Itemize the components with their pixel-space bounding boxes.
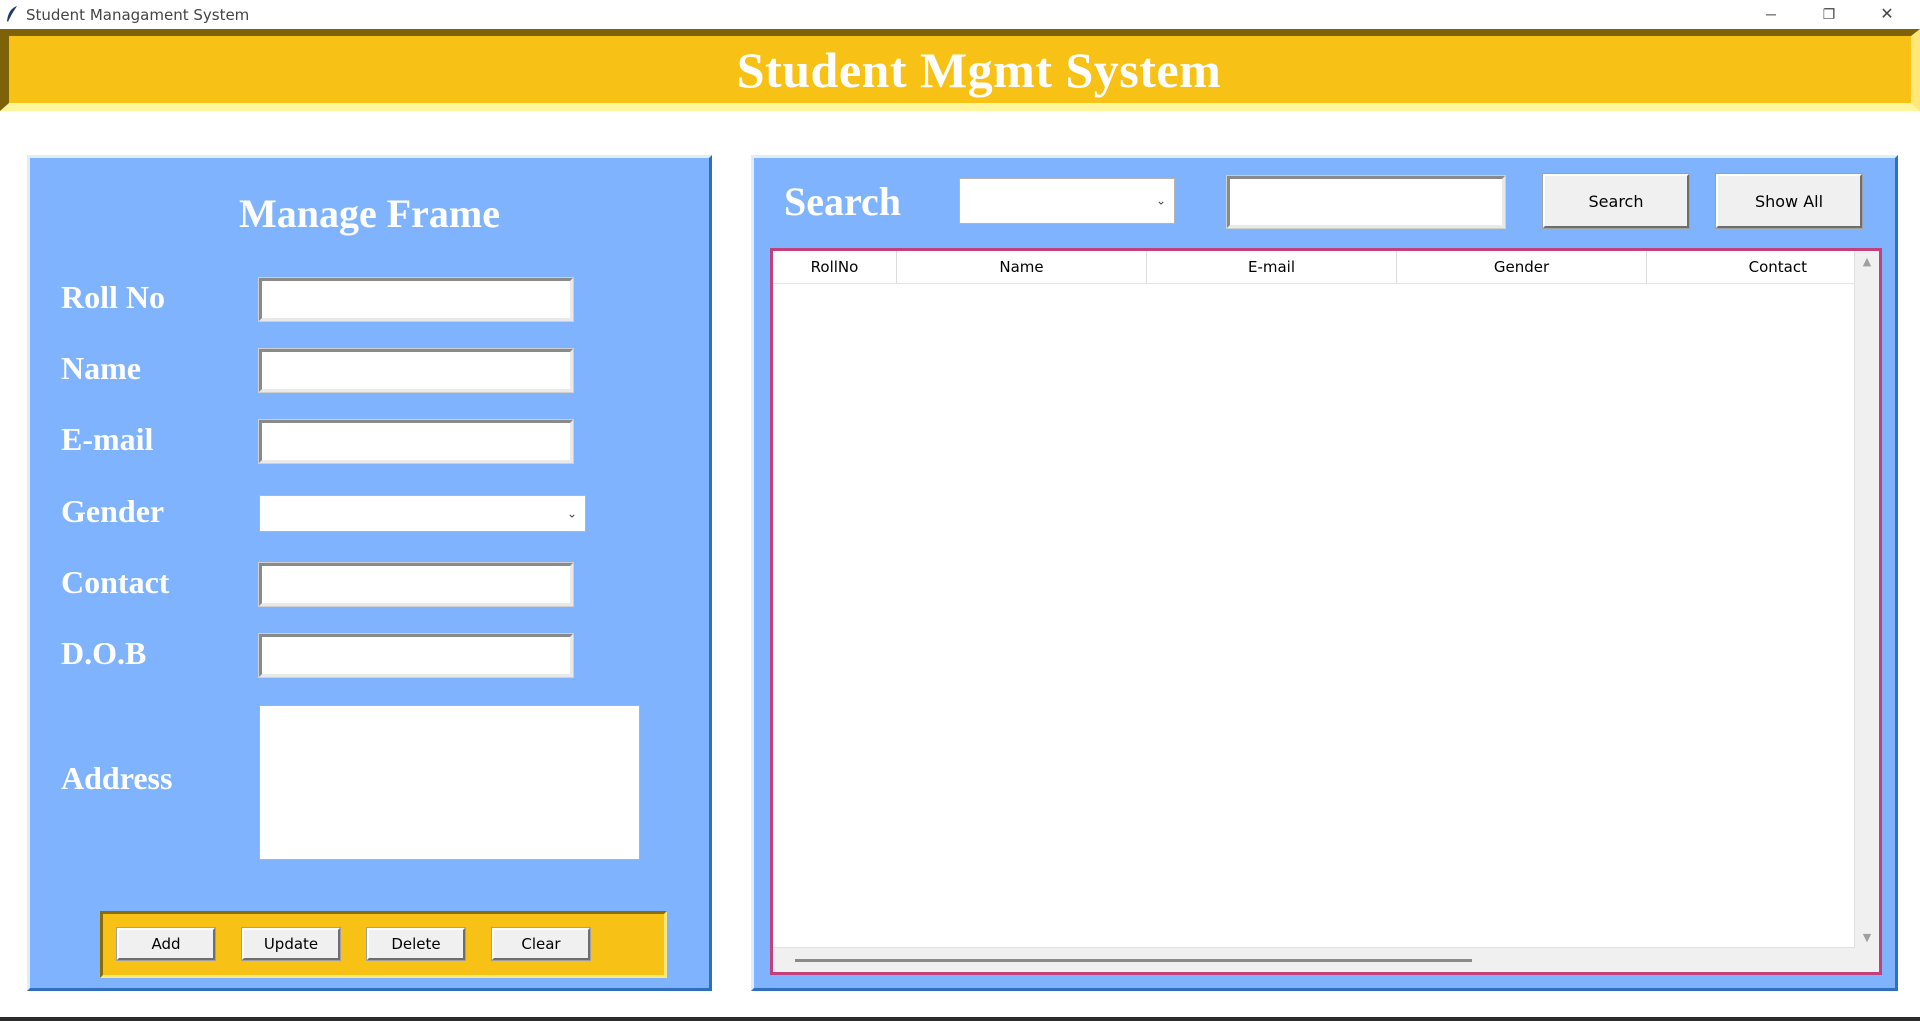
clear-button[interactable]: Clear	[491, 927, 591, 961]
scrollbar-corner	[1855, 948, 1879, 972]
update-button[interactable]: Update	[241, 927, 341, 961]
dob-label: D.O.B	[61, 635, 147, 671]
table-header: RollNo Name E-mail Gender Contact	[773, 251, 1855, 284]
header-banner: Student Mgmt System	[0, 29, 1920, 111]
roll-no-label: Roll No	[61, 279, 165, 315]
show-all-button[interactable]: Show All	[1715, 173, 1863, 229]
horizontal-scrollbar[interactable]	[773, 947, 1855, 972]
close-icon[interactable]: ✕	[1858, 0, 1916, 28]
horizontal-scroll-thumb[interactable]	[795, 959, 1472, 962]
delete-button[interactable]: Delete	[366, 927, 466, 961]
dob-input[interactable]	[258, 633, 574, 678]
roll-no-input[interactable]	[258, 277, 574, 322]
restore-icon[interactable]: ❐	[1800, 0, 1858, 28]
minimize-icon[interactable]: ─	[1742, 0, 1800, 28]
search-button[interactable]: Search	[1542, 173, 1690, 229]
search-label: Search	[784, 179, 902, 224]
chevron-down-icon: ⌄	[566, 505, 577, 520]
window-bottom-edge	[0, 1017, 1920, 1021]
column-header-rollno[interactable]: RollNo	[773, 251, 897, 283]
app-feather-icon	[7, 6, 17, 22]
app-heading: Student Mgmt System	[736, 41, 1222, 98]
chevron-down-icon: ⌄	[1155, 193, 1166, 208]
search-by-dropdown[interactable]: ⌄	[959, 178, 1175, 224]
column-header-gender[interactable]: Gender	[1397, 251, 1647, 283]
column-header-name[interactable]: Name	[897, 251, 1147, 283]
window-titlebar: Student Managament System ─ ❐ ✕	[0, 0, 1920, 28]
manage-frame-title: Manage Frame	[238, 191, 500, 236]
manage-frame: Manage Frame Roll No Name E-mail Gender …	[27, 155, 712, 991]
scroll-down-icon[interactable]: ▼	[1855, 931, 1879, 944]
name-label: Name	[61, 350, 141, 386]
gender-label: Gender	[61, 493, 165, 529]
email-label: E-mail	[61, 421, 154, 457]
search-input[interactable]	[1226, 175, 1506, 229]
contact-input[interactable]	[258, 562, 574, 607]
address-textarea[interactable]	[259, 705, 640, 860]
gender-dropdown[interactable]: ⌄	[259, 495, 586, 532]
address-label: Address	[61, 760, 173, 796]
add-button[interactable]: Add	[116, 927, 216, 961]
scroll-up-icon[interactable]: ▲	[1855, 255, 1879, 268]
student-table[interactable]: RollNo Name E-mail Gender Contact ▲ ▼	[770, 248, 1882, 975]
detail-frame: Search ⌄ Search Show All RollNo Name E-m…	[751, 155, 1898, 991]
window-title: Student Managament System	[26, 6, 250, 24]
column-header-contact[interactable]: Contact	[1647, 251, 1855, 283]
name-input[interactable]	[258, 348, 574, 393]
vertical-scrollbar[interactable]: ▲ ▼	[1854, 251, 1879, 948]
button-frame: Add Update Delete Clear	[100, 911, 667, 978]
email-input[interactable]	[258, 419, 574, 464]
contact-label: Contact	[61, 564, 170, 600]
column-header-email[interactable]: E-mail	[1147, 251, 1397, 283]
